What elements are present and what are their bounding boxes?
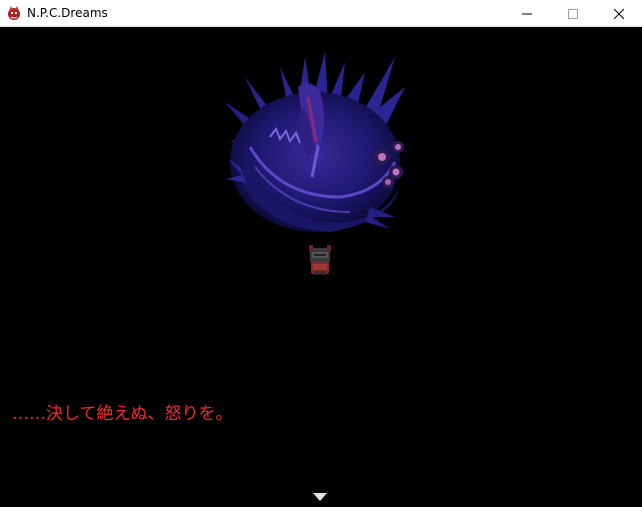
game-screen[interactable]: ……決して絶えぬ、怒りを。 — [0, 27, 642, 507]
minimize-button[interactable] — [504, 0, 550, 27]
dialogue-message: ……決して絶えぬ、怒りを。 — [12, 404, 233, 424]
minimize-icon — [522, 13, 532, 14]
game-window: N.P.C.Dreams ……決して絶えぬ、怒りを。 — [0, 0, 642, 507]
player-character-sprite — [309, 245, 331, 275]
maximize-icon — [568, 8, 578, 19]
dragon-boss-sprite — [225, 52, 405, 232]
app-icon — [8, 6, 20, 20]
close-icon — [614, 8, 624, 19]
close-button[interactable] — [596, 0, 642, 27]
maximize-button[interactable] — [550, 0, 596, 27]
window-title: N.P.C.Dreams — [27, 6, 108, 20]
title-bar[interactable]: N.P.C.Dreams — [0, 0, 642, 27]
advance-arrow-icon[interactable] — [313, 493, 327, 501]
